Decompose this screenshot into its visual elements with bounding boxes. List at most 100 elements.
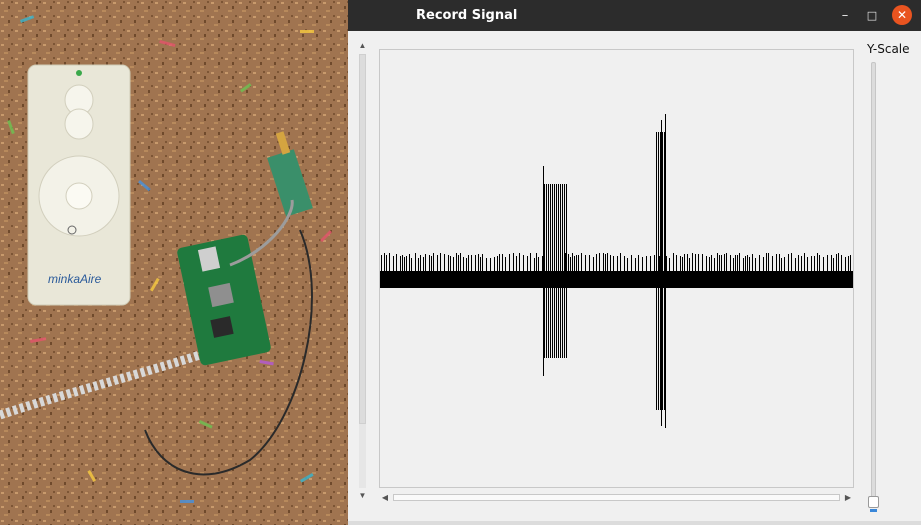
signal-noise-spike xyxy=(692,253,693,271)
signal-noise-spike xyxy=(689,258,690,271)
signal-noise-spike xyxy=(486,258,487,271)
signal-noise-spike xyxy=(527,256,528,271)
scroll-up-icon[interactable]: ▲ xyxy=(356,40,369,52)
y-scale-label: Y-Scale xyxy=(867,42,910,56)
signal-noise-spike xyxy=(440,253,441,271)
y-scale-slider-track[interactable] xyxy=(871,62,876,506)
signal-burst-line xyxy=(662,132,663,410)
scroll-right-icon[interactable]: ▶ xyxy=(842,491,854,504)
signal-noise-spike xyxy=(747,255,748,271)
signal-noise-spike xyxy=(724,254,725,271)
signal-noise-spike xyxy=(603,253,604,271)
svg-text:minkaAire: minkaAire xyxy=(48,272,102,286)
signal-noise-spike xyxy=(396,254,397,271)
signal-noise-spike xyxy=(519,253,520,271)
signal-noise-spike xyxy=(730,255,731,271)
signal-noise-spike xyxy=(766,253,767,271)
close-button[interactable]: ✕ xyxy=(892,5,912,25)
signal-noise-spike xyxy=(425,254,426,271)
vertical-scrollbar[interactable]: ▲ ▼ xyxy=(356,40,369,502)
signal-noise-spike xyxy=(565,253,566,271)
signal-noise-spike xyxy=(719,255,720,271)
title-bar[interactable]: Record Signal – □ ✕ xyxy=(348,0,921,31)
signal-noise-spike xyxy=(468,255,469,271)
signal-noise-spike xyxy=(542,256,543,271)
window-title: Record Signal xyxy=(416,8,518,23)
signal-noise-spike xyxy=(456,253,457,271)
signal-burst-line xyxy=(550,184,551,358)
signal-noise-spike xyxy=(466,258,467,271)
y-scale-slider-handle[interactable] xyxy=(868,496,879,508)
remote-control-icon: minkaAire xyxy=(27,64,131,306)
signal-noise-spike xyxy=(596,254,597,271)
signal-noise-spike xyxy=(384,253,385,271)
signal-noise-spike xyxy=(505,257,506,271)
signal-noise-spike xyxy=(418,258,419,271)
signal-noise-spike xyxy=(669,258,670,271)
horizontal-scroll-track[interactable] xyxy=(393,494,840,501)
signal-noise-spike xyxy=(523,255,524,271)
photo-illustration: minkaAire xyxy=(0,0,348,525)
y-scale-slider-fill xyxy=(870,509,877,512)
signal-burst-line xyxy=(656,132,657,410)
signal-burst-line xyxy=(664,132,665,410)
signal-noise-spike xyxy=(709,257,710,271)
signal-noise-spike xyxy=(735,255,736,271)
signal-burst-line xyxy=(658,132,659,410)
signal-noise-spike xyxy=(386,255,387,271)
signal-noise-spike xyxy=(848,256,849,271)
signal-noise-spike xyxy=(624,256,625,271)
signal-noise-spike xyxy=(433,253,434,271)
signal-noise-spike xyxy=(613,256,614,271)
signal-noise-spike xyxy=(827,255,828,271)
signal-noise-spike xyxy=(684,254,685,271)
signal-noise-spike xyxy=(749,257,750,271)
signal-noise-spike xyxy=(494,257,495,271)
signal-noise-spike xyxy=(578,255,579,271)
signal-noise-spike xyxy=(411,258,412,271)
signal-noise-spike xyxy=(726,253,727,271)
scroll-down-icon[interactable]: ▼ xyxy=(356,490,369,502)
window-bottom-edge xyxy=(348,521,921,525)
signal-noise-spike xyxy=(833,258,834,271)
signal-burst-line xyxy=(556,184,557,358)
signal-burst-line xyxy=(566,184,567,358)
signal-burst-line xyxy=(562,184,563,358)
signal-noise-spike xyxy=(702,254,703,271)
signal-noise-spike xyxy=(437,255,438,271)
signal-noise-spike xyxy=(776,254,777,271)
signal-burst-line xyxy=(560,184,561,358)
signal-noise-spike xyxy=(733,258,734,271)
signal-noise-spike xyxy=(509,254,510,271)
signal-noise-spike xyxy=(781,258,782,271)
signal-noise-spike xyxy=(676,255,677,271)
signal-noise-spike xyxy=(680,256,681,271)
vertical-scroll-thumb[interactable] xyxy=(359,54,366,424)
scroll-left-icon[interactable]: ◀ xyxy=(379,491,391,504)
signal-noise-spike xyxy=(448,255,449,271)
vertical-scroll-track[interactable] xyxy=(359,54,366,488)
signal-noise-spike xyxy=(490,258,491,271)
signal-noise-spike xyxy=(838,253,839,271)
signal-noise-spike xyxy=(743,258,744,271)
signal-noise-spike xyxy=(784,257,785,271)
signal-noise-spike xyxy=(795,258,796,271)
signal-noise-spike xyxy=(409,254,410,271)
signal-burst-peak xyxy=(665,114,666,428)
signal-noise-spike xyxy=(814,256,815,271)
signal-noise-spike xyxy=(393,256,394,271)
minimize-button[interactable]: – xyxy=(835,6,855,26)
horizontal-scrollbar[interactable]: ◀ ▶ xyxy=(379,491,854,504)
signal-noise-spike xyxy=(755,258,756,271)
signal-burst-line xyxy=(660,132,661,410)
signal-noise-spike xyxy=(772,256,773,271)
signal-noise-spike xyxy=(389,253,390,271)
signal-noise-spike xyxy=(406,256,407,271)
signal-noise-spike xyxy=(841,255,842,271)
signal-noise-spike xyxy=(444,254,445,271)
maximize-button[interactable]: □ xyxy=(862,6,882,26)
signal-noise-spike xyxy=(610,255,611,271)
signal-noise-spike xyxy=(791,253,792,271)
signal-waveform xyxy=(380,114,853,428)
signal-plot xyxy=(379,49,854,488)
